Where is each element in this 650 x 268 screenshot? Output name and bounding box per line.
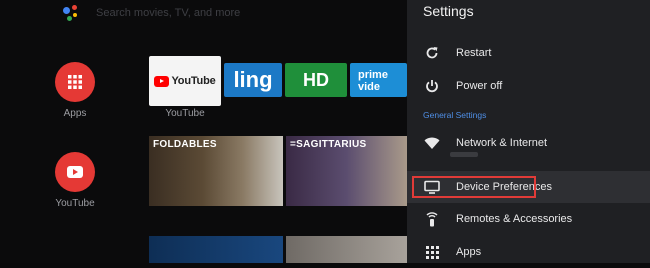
restart-icon	[424, 45, 440, 61]
video-thumbnail[interactable]	[149, 236, 283, 263]
network-internet-menu-item[interactable]: Network & Internet	[407, 127, 650, 159]
sling-app-tile[interactable]: ling	[224, 63, 282, 97]
youtube-shortcut-label: YouTube	[55, 198, 95, 209]
apps-shortcut[interactable]: Apps	[53, 62, 97, 119]
search-placeholder: Search movies, TV, and more	[96, 7, 241, 19]
network-status-blurred	[450, 152, 478, 157]
remote-icon	[424, 211, 440, 227]
hd-logo-text: HD	[303, 69, 329, 90]
apps-shortcut-label: Apps	[63, 108, 87, 119]
google-assistant-icon[interactable]	[60, 2, 82, 24]
highlight-annotation-box	[412, 176, 536, 198]
apps-grid-icon	[55, 62, 95, 102]
thumbnail-title: FOLDABLES	[153, 139, 217, 150]
sling-logo-text: ling	[233, 67, 273, 92]
youtube-play-icon	[154, 75, 170, 87]
search-bar[interactable]: Search movies, TV, and more	[60, 0, 240, 26]
youtube-logo: YouTube	[154, 75, 216, 87]
video-thumbnail[interactable]	[286, 236, 407, 263]
settings-title: Settings	[423, 3, 474, 19]
youtube-tile-caption: YouTube	[165, 108, 205, 119]
apps-grid-icon	[424, 244, 440, 260]
apps-menu-item[interactable]: Apps	[407, 236, 650, 268]
video-thumbnail-sagittarius[interactable]: =SAGITTARIUS	[286, 136, 407, 206]
power-off-menu-item[interactable]: Power off	[407, 70, 650, 102]
prime-logo-text: prime vide	[358, 69, 388, 93]
remotes-accessories-label: Remotes & Accessories	[456, 213, 573, 225]
youtube-shortcut[interactable]: YouTube	[53, 152, 97, 209]
restart-menu-item[interactable]: Restart	[407, 37, 650, 69]
video-thumbnail-foldables[interactable]: FOLDABLES	[149, 136, 283, 206]
power-off-label: Power off	[456, 80, 503, 92]
home-screen: Search movies, TV, and more Apps YouTube	[0, 0, 407, 263]
remotes-accessories-menu-item[interactable]: Remotes & Accessories	[407, 203, 650, 235]
network-internet-label: Network & Internet	[456, 137, 548, 149]
prime-video-app-tile[interactable]: prime vide	[350, 63, 407, 97]
apps-label: Apps	[456, 246, 482, 258]
youtube-logo-text: YouTube	[171, 75, 216, 87]
general-settings-header: General Settings	[423, 110, 487, 120]
wifi-icon	[424, 135, 440, 151]
hd-app-tile[interactable]: HD	[285, 63, 347, 97]
youtube-play-icon	[55, 152, 95, 192]
settings-panel: Settings Restart Power off General Setti…	[407, 0, 650, 263]
thumbnail-title: =SAGITTARIUS	[290, 139, 367, 150]
youtube-app-tile[interactable]: YouTube	[149, 56, 221, 106]
power-icon	[424, 78, 440, 94]
restart-label: Restart	[456, 47, 492, 59]
